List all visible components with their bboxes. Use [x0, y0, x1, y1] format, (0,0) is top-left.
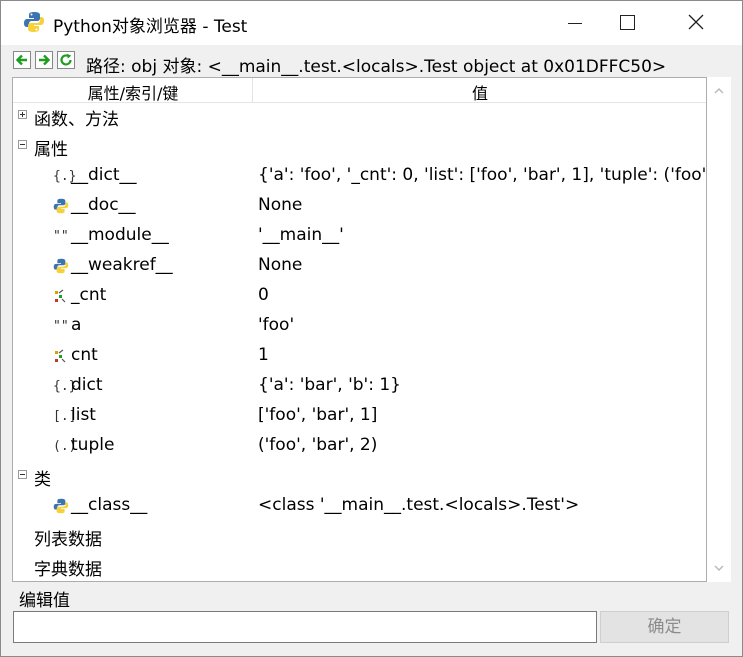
scroll-up-icon	[714, 88, 724, 94]
tree-row-attribute[interactable]: {.} dict {'a': 'bar', 'b': 1}	[13, 372, 706, 402]
attribute-value: 1	[258, 345, 269, 365]
tree-group-functions[interactable]: 函数、方法	[13, 102, 706, 132]
node-label: 列表数据	[34, 530, 102, 550]
tree-row-attribute[interactable]: cnt 1	[13, 342, 706, 372]
attribute-name: cnt	[71, 345, 98, 365]
back-button[interactable]	[13, 51, 31, 69]
object-browser-window: Python对象浏览器 - Test 路径: obj 对象: <__main__…	[0, 0, 743, 657]
attribute-name: __module__	[71, 225, 169, 245]
window-title: Python对象浏览器 - Test	[53, 17, 248, 37]
attribute-name: __doc__	[71, 195, 136, 215]
attribute-name: __class__	[71, 495, 148, 515]
tree-row-attribute[interactable]: {.} __dict__ {'a': 'foo', '_cnt': 0, 'list…	[13, 162, 706, 192]
title-bar[interactable]: Python对象浏览器 - Test	[1, 1, 742, 45]
tree-row-attribute[interactable]: __doc__ None	[13, 192, 706, 222]
attribute-value: {'a': 'bar', 'b': 1}	[258, 375, 401, 395]
tree-row-attribute[interactable]: (.) tuple ('foo', 'bar', 2)	[13, 432, 706, 462]
expand-icon[interactable]	[18, 110, 27, 119]
forward-button[interactable]	[35, 51, 53, 69]
tree-row-attribute[interactable]: "" __module__ '__main__'	[13, 222, 706, 252]
tree-row-attribute[interactable]: [.] list ['foo', 'bar', 1]	[13, 402, 706, 432]
group-label: 函数、方法	[34, 110, 119, 130]
group-label: 属性	[34, 140, 68, 160]
vertical-scrollbar[interactable]	[707, 77, 731, 582]
maximize-button[interactable]	[604, 1, 650, 45]
node-label: 字典数据	[34, 560, 102, 580]
attribute-name: __dict__	[71, 165, 137, 185]
list-icon: [.]	[53, 409, 77, 424]
column-header-value[interactable]: 值	[254, 80, 706, 104]
refresh-button[interactable]	[57, 51, 75, 69]
tree-row-attribute[interactable]: _cnt 0	[13, 282, 706, 312]
close-icon	[688, 14, 704, 30]
python-icon	[53, 498, 71, 516]
number-icon	[53, 348, 71, 366]
attribute-name: list	[71, 405, 96, 425]
forward-arrow-icon	[39, 54, 51, 66]
close-button[interactable]	[673, 1, 719, 45]
attribute-value: None	[258, 195, 303, 215]
column-header-key[interactable]: 属性/索引/键	[13, 80, 253, 104]
ok-button[interactable]: 确定	[600, 611, 729, 643]
tree-node-list-data[interactable]: 列表数据	[13, 522, 706, 552]
edit-value-label: 编辑值	[19, 591, 70, 611]
attribute-name: a	[71, 315, 82, 335]
attribute-value: 'foo'	[258, 315, 295, 335]
column-divider[interactable]	[252, 78, 253, 102]
column-header: 属性/索引/键 值	[13, 78, 706, 103]
attribute-name: _cnt	[71, 285, 107, 305]
tree-row-class[interactable]: __class__ <class '__main__.test.<locals>…	[13, 492, 706, 522]
tree-node-dict-data[interactable]: 字典数据	[13, 552, 706, 581]
minimize-button[interactable]	[552, 1, 598, 45]
attribute-value: 0	[258, 285, 269, 305]
python-icon	[53, 198, 71, 216]
back-arrow-icon	[15, 54, 27, 66]
python-icon	[53, 258, 71, 276]
dict-icon: {.}	[53, 379, 77, 394]
attribute-value: None	[258, 255, 303, 275]
collapse-icon[interactable]	[18, 470, 27, 479]
attribute-value: '__main__'	[258, 225, 344, 245]
dict-icon: {.}	[53, 169, 77, 184]
attribute-value: ['foo', 'bar', 1]	[258, 405, 378, 425]
scroll-down-icon	[714, 565, 724, 571]
python-icon	[23, 11, 45, 33]
tree-row-attribute[interactable]: __weakref__ None	[13, 252, 706, 282]
attribute-value: <class '__main__.test.<locals>.Test'>	[258, 495, 580, 515]
edit-value-input[interactable]	[13, 611, 597, 643]
tree-row-attribute[interactable]: "" a 'foo'	[13, 312, 706, 342]
number-icon	[53, 288, 71, 306]
collapse-icon[interactable]	[18, 140, 27, 149]
group-label: 类	[34, 470, 51, 490]
tree-group-attributes[interactable]: 属性	[13, 132, 706, 162]
attribute-name: __weakref__	[71, 255, 173, 275]
object-path: 路径: obj 对象: <__main__.test.<locals>.Test…	[86, 57, 667, 77]
string-icon: ""	[53, 229, 69, 244]
tree-group-classes[interactable]: 类	[13, 462, 706, 492]
toolbar: 路径: obj 对象: <__main__.test.<locals>.Test…	[1, 47, 742, 77]
attribute-name: dict	[71, 375, 103, 395]
string-icon: ""	[53, 319, 69, 334]
object-tree[interactable]: 属性/索引/键 值 函数、方法 属性 {.} __dict__ {'a': 'foo…	[12, 77, 707, 582]
attribute-name: tuple	[71, 435, 115, 455]
refresh-icon	[60, 53, 72, 66]
tuple-icon: (.)	[53, 439, 77, 454]
attribute-value: ('foo', 'bar', 2)	[258, 435, 378, 455]
attribute-value: {'a': 'foo', '_cnt': 0, 'list': ['foo', …	[258, 165, 707, 185]
